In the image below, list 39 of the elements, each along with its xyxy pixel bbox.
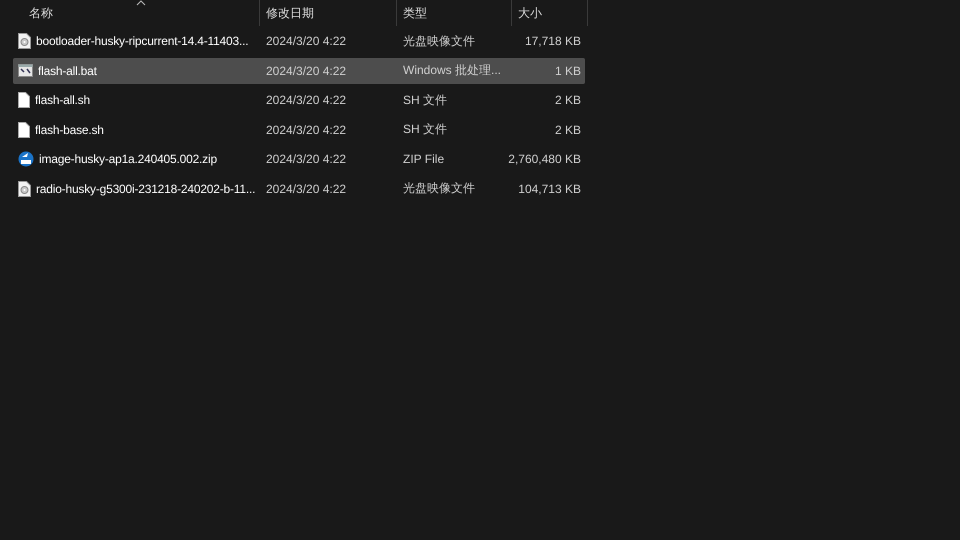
file-row[interactable]: image-husky-ap1a.240405.002.zip 2024/3/20 4:22 ZIP File 2,760,480 KB: [13, 146, 585, 172]
batch-file-icon: [18, 64, 33, 78]
modified-date: 2024/3/20 4:22: [265, 182, 348, 196]
file-row[interactable]: flash-all.bat 2024/3/20 4:22 Windows 批处理... 1 KB: [13, 58, 585, 84]
file-size: 2 KB: [554, 93, 582, 108]
file-name: flash-base.sh: [35, 122, 104, 137]
file-name: bootloader-husky-ripcurrent-14.4-11403...: [36, 34, 248, 48]
file-name: flash-all.bat: [38, 64, 97, 78]
modified-date: 2024/3/20 4:22: [265, 122, 348, 137]
modified-date: 2024/3/20 4:22: [265, 34, 348, 48]
file-size: 104,713 KB: [518, 182, 582, 196]
file-type: SH 文件: [402, 92, 448, 109]
file-icon: [18, 92, 30, 108]
zip-archive-icon: [18, 151, 34, 168]
file-size: 17,718 KB: [524, 34, 582, 48]
disc-image-icon: [18, 180, 31, 197]
column-header[interactable]: 大小: [518, 4, 542, 22]
file-type: 光盘映像文件: [402, 180, 476, 198]
modified-date: 2024/3/20 4:22: [265, 93, 348, 108]
file-size: 2,760,480 KB: [508, 152, 582, 166]
column-header[interactable]: 名称: [29, 4, 53, 22]
file-row[interactable]: radio-husky-g5300i-231218-240202-b-11... 2024/3/20 4:22 光盘映像文件 104,713 KB: [13, 176, 585, 202]
file-row[interactable]: flash-all.sh 2024/3/20 4:22 SH 文件 2 KB: [13, 87, 585, 114]
file-type: SH 文件: [402, 121, 448, 138]
modified-date: 2024/3/20 4:22: [265, 64, 348, 78]
file-name: image-husky-ap1a.240405.002.zip: [39, 152, 217, 166]
file-size: 2 KB: [554, 122, 582, 137]
column-header[interactable]: 类型: [403, 4, 427, 22]
file-name: radio-husky-g5300i-231218-240202-b-11...: [36, 182, 256, 196]
file-icon: [18, 122, 30, 138]
modified-date: 2024/3/20 4:22: [265, 152, 348, 166]
disc-image-icon: [18, 33, 31, 49]
file-type: 光盘映像文件: [402, 32, 476, 50]
file-size: 1 KB: [554, 64, 582, 78]
file-name: flash-all.sh: [35, 93, 90, 108]
column-header[interactable]: 修改日期: [266, 4, 314, 22]
file-type: Windows 批处理...: [402, 62, 502, 80]
file-row[interactable]: flash-base.sh 2024/3/20 4:22 SH 文件 2 KB: [13, 116, 585, 143]
file-row[interactable]: bootloader-husky-ripcurrent-14.4-11403... 2024/3/20 4:22 光盘映像文件 17,718 KB: [13, 28, 585, 54]
